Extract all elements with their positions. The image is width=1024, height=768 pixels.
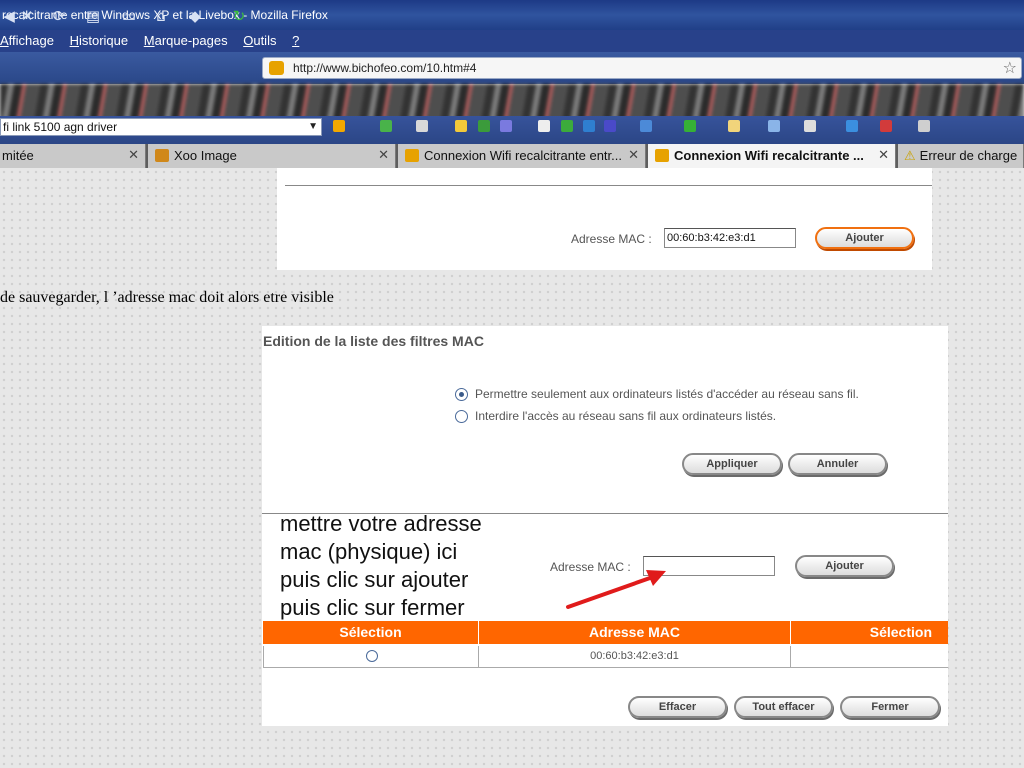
menu-item-outils[interactable]: Outils <box>243 33 276 48</box>
addon-icon[interactable] <box>500 120 512 132</box>
apply-button[interactable]: Appliquer <box>682 453 782 475</box>
site-favicon-icon <box>405 149 419 162</box>
table-header-selection-2: Sélection <box>791 621 948 644</box>
tab-5[interactable]: ⚠ Erreur de charge <box>898 144 1024 168</box>
annotation-line: mac (physique) ici <box>280 539 458 564</box>
erase-button[interactable]: Effacer <box>628 696 727 718</box>
menu-item-historique[interactable]: Historique <box>70 33 129 48</box>
clipboard-icon[interactable]: ▤ <box>84 7 102 25</box>
refresh-icon[interactable]: ↻ <box>230 7 248 25</box>
radio-allow-listed[interactable] <box>455 388 468 401</box>
annotation-line: puis clic sur ajouter <box>280 567 469 592</box>
table-header-mac: Adresse MAC <box>479 621 790 644</box>
table-cell-select <box>263 646 479 668</box>
site-favicon-icon <box>655 149 669 162</box>
search-dropdown-icon[interactable]: ▼ <box>308 119 318 135</box>
divider <box>285 185 932 186</box>
xoo-favicon-icon <box>155 149 169 162</box>
close-icon[interactable]: ✕ <box>128 144 139 167</box>
search-value: fi link 5100 agn driver <box>3 120 118 134</box>
annotation-text: mettre votre adresse mac (physique) ici … <box>280 510 540 622</box>
addon-icon[interactable] <box>333 120 345 132</box>
menu-bar: Affichage Historique Marque-pages Outils… <box>0 30 1024 52</box>
addon-icon[interactable] <box>416 120 428 132</box>
mac-address-label: Adresse MAC : <box>550 560 631 574</box>
mac-address-label: Adresse MAC : <box>571 232 652 246</box>
menu-item-help[interactable]: ? <box>292 33 299 48</box>
close-icon[interactable]: ✕ <box>628 144 639 167</box>
mac-address-value: 00:60:b3:42:e3:d1 <box>667 232 756 244</box>
tab-label: Connexion Wifi recalcitrante entr... <box>424 148 622 163</box>
addon-icon[interactable] <box>538 120 550 132</box>
close-icon[interactable]: ✕ <box>378 144 389 167</box>
addon-icon[interactable] <box>478 120 490 132</box>
row-select-radio[interactable] <box>366 650 378 662</box>
url-bar[interactable]: http://www.bichofeo.com/10.htm#4 ☆ <box>262 57 1022 79</box>
addon-icon[interactable] <box>583 120 595 132</box>
tab-active[interactable]: Connexion Wifi recalcitrante ... ✕ <box>648 144 896 168</box>
mac-address-input[interactable] <box>643 556 775 576</box>
annotation-line: puis clic sur fermer <box>280 595 465 620</box>
radio-allow-label: Permettre seulement aux ordinateurs list… <box>475 387 859 401</box>
addon-icon[interactable] <box>604 120 616 132</box>
menu-item-marque-pages[interactable]: Marque-pages <box>144 33 228 48</box>
page-icon[interactable]: ▭ <box>120 7 138 25</box>
addon-icon[interactable] <box>768 120 780 132</box>
add-button[interactable]: Ajouter <box>815 227 914 249</box>
url-text: http://www.bichofeo.com/10.htm#4 <box>293 61 477 75</box>
cancel-button[interactable]: Annuler <box>788 453 887 475</box>
addon-icon[interactable] <box>561 120 573 132</box>
table-header-selection: Sélection <box>263 621 478 644</box>
warning-icon: ⚠ <box>904 149 916 164</box>
addon-icon[interactable] <box>880 120 892 132</box>
close-icon[interactable]: ✕ <box>878 144 889 167</box>
search-input[interactable]: fi link 5100 agn driver ▼ <box>0 118 322 136</box>
annotation-line: mettre votre adresse <box>280 511 482 536</box>
addon-icon[interactable] <box>728 120 740 132</box>
page-title: Edition de la liste des filtres MAC <box>263 333 484 349</box>
addon-icon[interactable] <box>918 120 930 132</box>
mac-address-input[interactable]: 00:60:b3:42:e3:d1 <box>664 228 796 248</box>
addon-icon[interactable] <box>455 120 467 132</box>
reload-icon[interactable]: ⟳ <box>50 7 68 25</box>
addon-icon[interactable] <box>846 120 858 132</box>
bookmark-star-icon[interactable]: ☆ <box>1003 58 1017 77</box>
close-button[interactable]: Fermer <box>840 696 940 718</box>
menu-item-affichage[interactable]: Affichage <box>0 33 54 48</box>
instruction-note: de sauvegarder, l ’adresse mac doit alor… <box>0 289 334 306</box>
stop-icon[interactable]: ✕ <box>18 7 36 25</box>
radio-deny-listed[interactable] <box>455 410 468 423</box>
table-cell-select-2 <box>790 646 948 668</box>
tab-label: Erreur de charge <box>919 148 1018 163</box>
table-cell-mac: 00:60:b3:42:e3:d1 <box>478 646 791 668</box>
tab-label: Xoo Image <box>174 148 237 163</box>
home-icon[interactable]: ⌂ <box>152 7 170 25</box>
erase-all-button[interactable]: Tout effacer <box>734 696 833 718</box>
add-button[interactable]: Ajouter <box>795 555 894 577</box>
tab-3[interactable]: Connexion Wifi recalcitrante entr... ✕ <box>398 144 646 168</box>
tab-label: mitée <box>2 148 34 163</box>
site-favicon-icon <box>269 61 284 75</box>
tab-label: Connexion Wifi recalcitrante ... <box>674 148 864 163</box>
addon-icon[interactable] <box>640 120 652 132</box>
top-panel <box>277 168 932 270</box>
gem-icon[interactable]: ◆ <box>186 7 204 25</box>
addon-icon[interactable] <box>380 120 392 132</box>
back-icon[interactable]: ◀ <box>0 7 18 25</box>
blurred-bookmarks-strip <box>0 84 1024 120</box>
addon-icon[interactable] <box>804 120 816 132</box>
radio-deny-label: Interdire l'accès au réseau sans fil aux… <box>475 409 777 423</box>
tab-1[interactable]: mitée ✕ <box>0 144 146 168</box>
tab-2[interactable]: Xoo Image ✕ <box>148 144 396 168</box>
addon-icon[interactable] <box>684 120 696 132</box>
